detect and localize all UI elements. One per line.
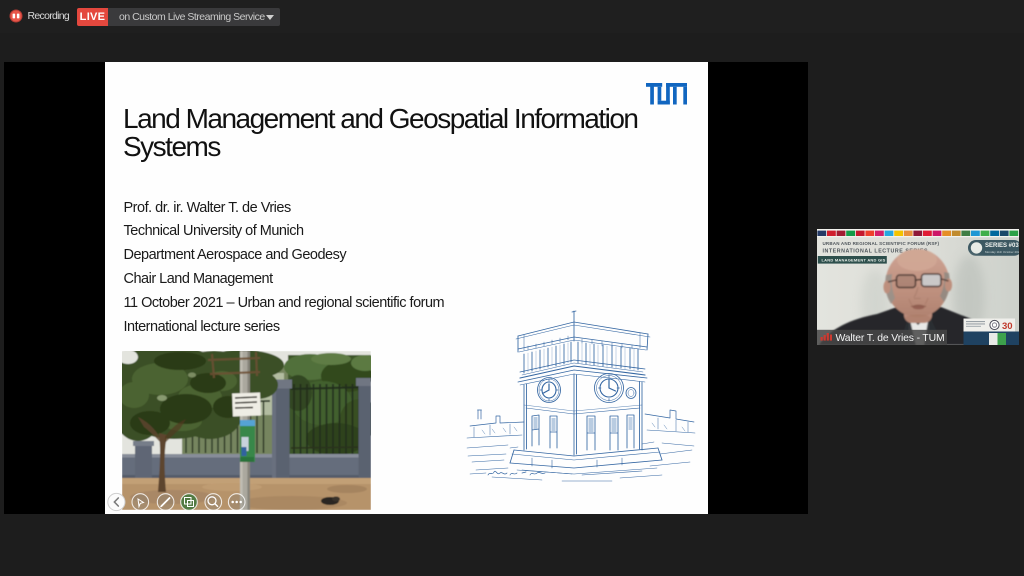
svg-text:Walter T. de Vries - TUM: Walter T. de Vries - TUM	[836, 333, 945, 344]
svg-text:URBAN AND REGIONAL SCIENTIFIC: URBAN AND REGIONAL SCIENTIFIC FORUM (RSF…	[823, 241, 940, 246]
svg-text:Monday 11th October 2021: Monday 11th October 2021	[985, 250, 1019, 254]
svg-text:LAND MANAGEMENT AND GIS: LAND MANAGEMENT AND GIS	[822, 258, 886, 263]
svg-text:30: 30	[1002, 321, 1013, 332]
svg-text:SERIES #03: SERIES #03	[985, 243, 1019, 249]
